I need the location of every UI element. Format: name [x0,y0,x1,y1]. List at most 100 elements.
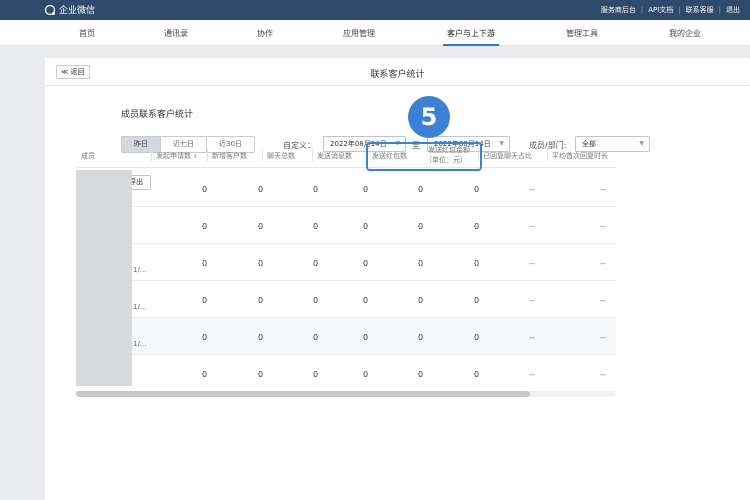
app-logo[interactable]: 企业微信 [44,3,95,16]
table-row[interactable]: 0 0 0 0 0 0 -- -- [76,207,616,244]
cell-reply-rate: -- [529,185,535,194]
cell-requests: 0 [202,370,208,379]
cell-avg-first-reply: -- [600,185,606,194]
cell-messages: 0 [363,259,369,268]
page-title: 联系客户统计 [370,70,425,80]
cell-chats: 0 [313,370,319,379]
horizontal-scrollbar[interactable] [76,391,616,397]
top-bar: 企业微信 服务商后台 | API文档 | 联系客服 | 退出 [0,0,750,20]
cell-requests: 0 [202,259,208,268]
top-links: 服务商后台 | API文档 | 联系客服 | 退出 [601,5,740,15]
sort-icon: ⇕ [193,154,198,160]
column-divider [547,149,548,161]
cell-requests: 0 [202,185,208,194]
table-row[interactable]: 1/... 0 0 0 0 0 0 -- -- [76,244,616,281]
cell-new-customers: 0 [258,185,264,194]
main-nav: 首页 通讯录 协作 应用管理 客户与上下游 管理工具 我的企业 [0,20,750,46]
cell-red-packet-amount: 0 [474,185,480,194]
cell-new-customers: 0 [258,222,264,231]
link-provider-console[interactable]: 服务商后台 [601,5,636,15]
column-divider [207,149,208,161]
divider: | [640,6,644,14]
col-requests[interactable]: 发起申请数 ⇕ [156,151,197,161]
app-name: 企业微信 [59,6,96,16]
col-reply-rate[interactable]: 已回复聊天占比 [483,151,532,161]
cell-messages: 0 [363,296,369,305]
chat-bubble-icon [44,4,56,15]
member-name: 1/... [133,266,147,274]
cell-red-packets: 0 [418,370,424,379]
cell-avg-first-reply: -- [600,370,606,379]
link-contact-support[interactable]: 联系客服 [686,5,714,15]
cell-red-packets: 0 [418,259,424,268]
cell-chats: 0 [313,259,319,268]
cell-new-customers: 0 [258,259,264,268]
col-member[interactable]: 成员 [81,151,95,161]
cell-chats: 0 [313,333,319,342]
col-avg-first-reply[interactable]: 平均首次回复时长 [552,151,608,161]
cell-messages: 0 [363,333,369,342]
nav-customers[interactable]: 客户与上下游 [443,28,499,46]
cell-reply-rate: -- [529,370,535,379]
cell-red-packet-amount: 0 [474,296,480,305]
column-divider [151,149,152,161]
cell-new-customers: 0 [258,296,264,305]
nav-management-tools[interactable]: 管理工具 [566,28,598,39]
cell-reply-rate: -- [529,333,535,342]
cell-red-packet-amount: 0 [474,259,480,268]
divider: | [718,6,721,14]
cell-chats: 0 [313,222,319,231]
cell-requests: 0 [202,296,208,305]
cell-red-packets: 0 [418,185,424,194]
cell-requests: 0 [202,222,208,231]
col-requests-label: 发起申请数 [156,152,191,160]
cell-messages: 0 [363,222,369,231]
cell-avg-first-reply: -- [600,333,606,342]
member-name: 1/... [133,340,147,348]
table-header: 成员 发起申请数 ⇕ 新增客户数 聊天总数 发送消息数 发送红包数 发送红包金额… [76,142,616,168]
scrollbar-thumb[interactable] [76,391,530,397]
cell-red-packet-amount: 0 [474,333,480,342]
cell-red-packet-amount: 0 [474,222,480,231]
divider: | [678,6,681,14]
col-messages[interactable]: 发送消息数 [317,151,352,161]
cell-messages: 0 [363,185,369,194]
nav-my-enterprise[interactable]: 我的企业 [669,28,701,39]
column-divider [262,149,263,161]
cell-new-customers: 0 [258,333,264,342]
section-title: 成员联系客户统计 [121,110,194,120]
member-name: 1/... [133,303,147,311]
cell-messages: 0 [363,370,369,379]
annotation-highlight-box [366,142,482,171]
cell-avg-first-reply: -- [600,259,606,268]
nav-app-management[interactable]: 应用管理 [343,28,375,39]
table-row[interactable]: 0 0 0 0 0 0 -- -- [76,170,616,207]
col-new-customers[interactable]: 新增客户数 [212,151,247,161]
link-api-docs[interactable]: API文档 [648,5,673,15]
column-divider [312,149,313,161]
cell-reply-rate: -- [529,296,535,305]
cell-red-packets: 0 [418,222,424,231]
table-row[interactable]: 1/... 0 0 0 0 0 0 -- -- [76,281,616,318]
chevron-down-icon: ▼ [639,140,644,147]
col-chats[interactable]: 聊天总数 [267,151,295,161]
cell-chats: 0 [313,296,319,305]
cell-avg-first-reply: -- [600,296,606,305]
link-logout[interactable]: 退出 [726,5,740,15]
cell-avg-first-reply: -- [600,222,606,231]
table-row[interactable]: 0 0 0 0 0 0 -- -- [76,355,616,392]
cell-reply-rate: -- [529,222,535,231]
table-row[interactable]: 1/... 0 0 0 0 0 0 -- -- [76,318,616,355]
nav-contacts[interactable]: 通讯录 [164,28,188,39]
cell-red-packets: 0 [418,296,424,305]
redacted-member-block [76,170,132,386]
cell-new-customers: 0 [258,370,264,379]
cell-requests: 0 [202,333,208,342]
cell-red-packet-amount: 0 [474,370,480,379]
nav-home[interactable]: 首页 [79,28,95,39]
nav-collaboration[interactable]: 协作 [257,28,273,39]
cell-red-packets: 0 [418,333,424,342]
step-badge: 5 [408,96,450,138]
cell-reply-rate: -- [529,259,535,268]
panel-header: ≪ 返回 联系客户统计 [45,58,750,86]
